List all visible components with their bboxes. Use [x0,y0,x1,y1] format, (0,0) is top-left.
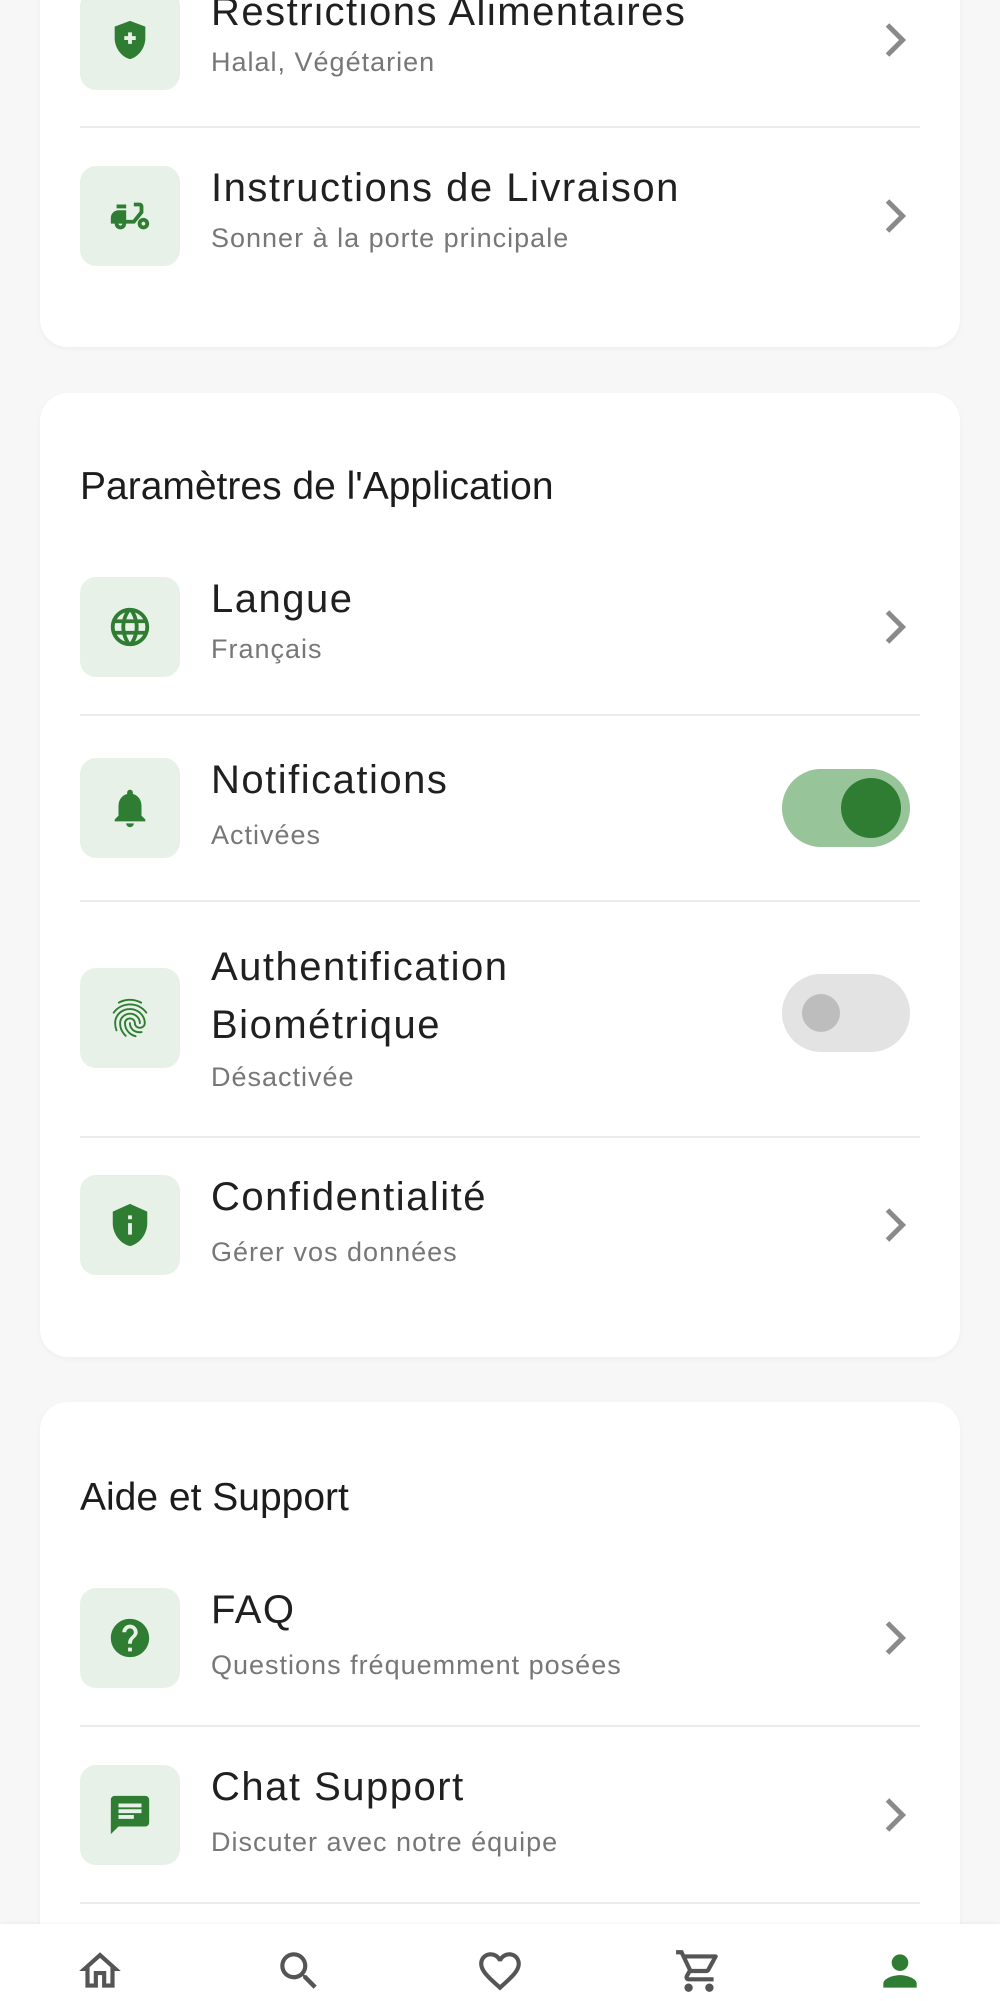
nav-home[interactable] [75,1946,125,1996]
divider [80,1725,920,1727]
faq-subtitle: Questions fréquemment posées [211,1650,622,1680]
delivery-scooter-icon [80,166,180,266]
privacy-row[interactable]: Confidentialité Gérer vos données [80,1175,920,1275]
chevron-right-icon [880,1618,910,1658]
home-icon [79,1952,121,1988]
biometric-toggle[interactable] [782,974,910,1052]
app-settings-card: Paramètres de l'Application Langue Franç… [40,393,960,1357]
divider [80,900,920,902]
shield-info-icon [80,1175,180,1275]
toggle-knob [802,994,840,1032]
search-icon [280,1952,317,1989]
divider [80,126,920,128]
chat-support-subtitle: Discuter avec notre équipe [211,1827,559,1857]
notifications-row: Notifications Activées [80,758,920,858]
chevron-right-icon [880,1205,910,1245]
delivery-instructions-subtitle: Sonner à la porte principale [211,223,570,253]
globe-icon [80,577,180,677]
delivery-instructions-row[interactable]: Instructions de Livraison Sonner à la po… [80,166,920,266]
language-title: Langue [211,577,354,621]
dietary-restrictions-title: Restrictions Alimentaires [211,0,687,34]
fingerprint-icon [80,968,180,1068]
nav-favorites[interactable] [475,1946,525,1996]
biometric-row: Authentification Biométrique Désactivée [80,938,920,1118]
divider [80,714,920,716]
privacy-title: Confidentialité [211,1175,487,1219]
nav-cart[interactable] [674,1946,724,1996]
heart-icon [479,1952,521,1991]
delivery-instructions-title: Instructions de Livraison [211,166,680,210]
biometric-subtitle: Désactivée [211,1062,355,1092]
faq-row[interactable]: FAQ Questions fréquemment posées [80,1588,920,1688]
notifications-title: Notifications [211,758,449,802]
biometric-title-line2: Biométrique [211,1003,441,1047]
app-settings-heading: Paramètres de l'Application [80,465,554,508]
language-subtitle: Français [211,634,323,664]
nav-search[interactable] [274,1946,324,1996]
help-support-heading: Aide et Support [80,1476,349,1519]
cart-icon [676,1950,718,1992]
dietary-restrictions-row[interactable]: Restrictions Alimentaires Halal, Végétar… [80,0,920,90]
chevron-right-icon [880,607,910,647]
help-circle-icon [80,1588,180,1688]
chat-support-row[interactable]: Chat Support Discuter avec notre équipe [80,1765,920,1865]
profile-preferences-card: Restrictions Alimentaires Halal, Végétar… [40,0,960,347]
dietary-restrictions-subtitle: Halal, Végétarien [211,47,436,77]
chevron-right-icon [880,1795,910,1835]
nav-profile[interactable] [875,1946,925,1996]
faq-title: FAQ [211,1588,296,1632]
divider [80,1136,920,1138]
language-row[interactable]: Langue Français [80,577,920,677]
divider [80,1902,920,1904]
notifications-subtitle: Activées [211,820,322,850]
profile-icon [883,1954,917,1988]
chat-icon [80,1765,180,1865]
biometric-title: Authentification Biométrique [211,938,509,1054]
notifications-toggle[interactable] [782,769,910,847]
bell-icon [80,758,180,858]
chat-support-title: Chat Support [211,1765,465,1809]
bottom-navigation [0,1924,1000,2001]
shield-plus-icon [80,0,180,90]
biometric-title-line1: Authentification [211,945,509,989]
help-support-card: Aide et Support FAQ Questions fréquemmen… [40,1402,960,2001]
chevron-right-icon [880,196,910,236]
privacy-subtitle: Gérer vos données [211,1237,458,1267]
toggle-knob [841,778,901,838]
chevron-right-icon [880,20,910,60]
